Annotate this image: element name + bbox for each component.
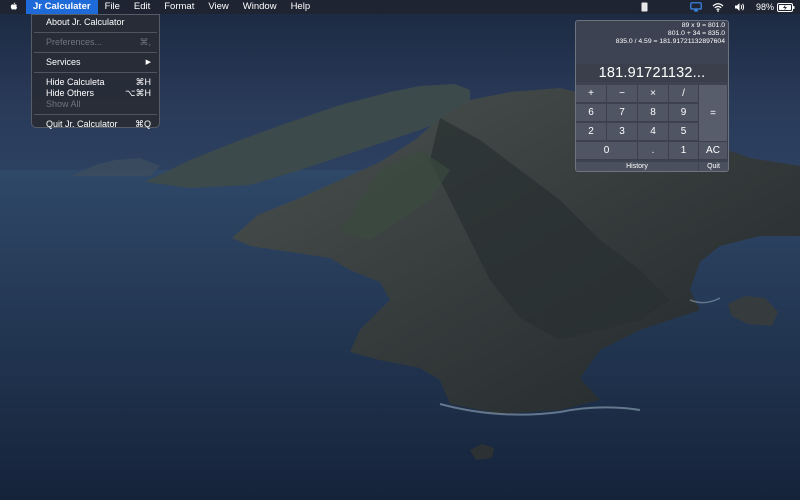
battery-percent: 98% (755, 2, 774, 12)
menu-bar: Jr Calculater File Edit Format View Wind… (0, 0, 800, 14)
digit-0-button[interactable]: 0 (576, 142, 638, 160)
wifi-status-item[interactable] (707, 0, 729, 14)
digit-5-button[interactable]: 5 (669, 123, 699, 141)
menu-item-label: Quit Jr. Calculator (46, 119, 118, 129)
calculator-footer: History Quit (576, 162, 728, 171)
calculator-display: 181.91721132... (576, 64, 728, 82)
digit-7-button[interactable]: 7 (607, 104, 638, 122)
calculator-status-item[interactable] (636, 0, 653, 14)
app-dropdown-menu: About Jr. Calculator Preferences... ⌘, S… (31, 14, 160, 130)
menu-shortcut: ⌘, (139, 37, 151, 47)
digit-8-button[interactable]: 8 (638, 104, 669, 122)
menu-separator (34, 72, 157, 73)
digit-1-button[interactable]: 1 (669, 142, 699, 160)
airplay-status-item[interactable] (685, 0, 707, 14)
multiply-button[interactable]: × (638, 85, 669, 103)
menu-item-about[interactable]: About Jr. Calculator (32, 17, 159, 28)
menu-item-quit[interactable]: Quit Jr. Calculator ⌘Q (32, 119, 159, 130)
decimal-button[interactable]: . (638, 142, 669, 160)
wifi-icon (712, 3, 724, 12)
menu-shortcut: ⌘H (135, 77, 152, 87)
digit-3-button[interactable]: 3 (607, 123, 638, 141)
menu-separator (34, 32, 157, 33)
menu-separator (34, 114, 157, 115)
history-line: 801.0 + 34 = 835.0 (667, 30, 725, 37)
menu-shortcut: ⌘Q (134, 119, 151, 129)
apple-menu[interactable] (0, 0, 26, 14)
menu-item-label: About Jr. Calculator (46, 17, 125, 27)
menu-item-label: Services (46, 57, 81, 67)
menu-format[interactable]: Format (157, 0, 201, 14)
menu-edit[interactable]: Edit (127, 0, 157, 14)
menu-item-services[interactable]: Services ▶ (32, 57, 159, 68)
battery-charging-icon (777, 2, 795, 12)
menu-view[interactable]: View (201, 0, 235, 14)
menu-help[interactable]: Help (284, 0, 318, 14)
menu-item-hide-app[interactable]: Hide Calculeta ⌘H (32, 77, 159, 88)
keypad: + − × / = 6 7 8 9 2 3 4 5 0 . 1 AC (576, 85, 728, 161)
menu-file[interactable]: File (98, 0, 127, 14)
history-line: 835.0 / 4.59 = 181.91721132897604 (615, 38, 725, 45)
digit-9-button[interactable]: 9 (669, 104, 699, 122)
digit-2-button[interactable]: 2 (576, 123, 607, 141)
menu-separator (34, 52, 157, 53)
calculation-history: 89 x 9 = 801.0 801.0 + 34 = 835.0 835.0 … (576, 22, 728, 46)
battery-status-item[interactable]: 98% (751, 0, 800, 14)
plus-button[interactable]: + (576, 85, 607, 103)
calculator-panel: 89 x 9 = 801.0 801.0 + 34 = 835.0 835.0 … (575, 20, 729, 172)
submenu-arrow-icon: ▶ (145, 59, 151, 66)
menu-item-label: Hide Calculeta (46, 77, 105, 87)
menu-item-label: Preferences... (46, 37, 103, 47)
equals-button[interactable]: = (699, 85, 728, 142)
apple-icon (10, 2, 17, 10)
minus-button[interactable]: − (607, 85, 638, 103)
menu-window[interactable]: Window (236, 0, 284, 14)
calculator-icon (641, 2, 648, 12)
menu-item-label: Show All (46, 99, 81, 109)
menu-shortcut: ⌥⌘H (125, 88, 151, 98)
menu-item-hide-others[interactable]: Hide Others ⌥⌘H (32, 88, 159, 99)
history-button[interactable]: History (576, 162, 698, 171)
menu-item-preferences[interactable]: Preferences... ⌘, (32, 37, 159, 48)
divide-button[interactable]: / (669, 85, 699, 103)
clear-button[interactable]: AC (699, 142, 728, 160)
history-line: 89 x 9 = 801.0 (681, 22, 725, 29)
digit-4-button[interactable]: 4 (638, 123, 669, 141)
app-menu[interactable]: Jr Calculater (26, 0, 98, 14)
volume-status-item[interactable] (729, 0, 751, 14)
airplay-icon (690, 2, 702, 12)
quit-button[interactable]: Quit (699, 162, 728, 171)
menu-item-label: Hide Others (46, 88, 95, 98)
status-area: 98% (636, 0, 800, 14)
menu-item-show-all[interactable]: Show All (32, 99, 159, 110)
digit-6-button[interactable]: 6 (576, 104, 607, 122)
speaker-icon (734, 3, 745, 11)
